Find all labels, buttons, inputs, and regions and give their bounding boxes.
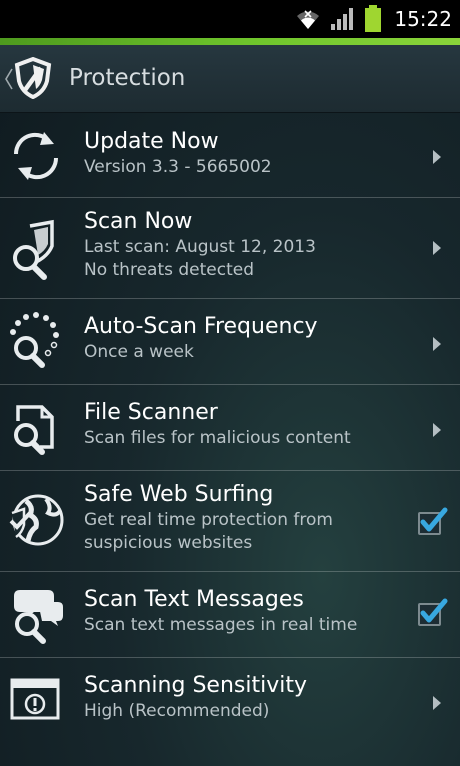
page-title: Protection	[69, 65, 186, 91]
item-subtitle-2: No threats detected	[84, 260, 255, 280]
chevron-right-icon	[433, 696, 441, 710]
item-title: File Scanner	[84, 400, 218, 425]
item-title: Update Now	[84, 129, 219, 154]
shield-icon[interactable]	[14, 57, 52, 99]
item-title: Scan Now	[84, 209, 193, 234]
list-item-file-scanner[interactable]: File Scanner Scan files for malicious co…	[0, 385, 460, 471]
chevron-left-icon[interactable]	[4, 67, 14, 91]
item-subtitle: Once a week	[84, 342, 194, 362]
item-title: Safe Web Surfing	[84, 482, 274, 507]
list-item-scan-text-messages[interactable]: Scan Text Messages Scan text messages in…	[0, 572, 460, 658]
signal-icon	[331, 8, 354, 30]
item-subtitle: Get real time protection from	[84, 510, 333, 530]
clock: 15:22	[394, 7, 452, 31]
message-search-icon	[14, 590, 63, 644]
list-item-auto-scan-frequency[interactable]: Auto-Scan Frequency Once a week	[0, 299, 460, 385]
window-alert-icon	[10, 678, 60, 720]
safe-web-surfing-checkbox[interactable]	[416, 505, 448, 537]
accent-bar	[0, 38, 460, 45]
item-title: Scanning Sensitivity	[84, 673, 307, 698]
item-subtitle: Version 3.3 - 5665002	[84, 157, 272, 177]
item-subtitle: Scan text messages in real time	[84, 615, 358, 635]
item-subtitle: Last scan: August 12, 2013	[84, 237, 316, 257]
status-icons: 15:22	[294, 4, 452, 34]
item-subtitle-2: suspicious websites	[84, 533, 253, 553]
chevron-right-icon	[433, 241, 441, 255]
scan-search-icon	[13, 219, 54, 280]
file-search-icon	[14, 405, 54, 455]
list-item-safe-web-surfing[interactable]: Safe Web Surfing Get real time protectio…	[0, 471, 460, 572]
scan-text-messages-checkbox[interactable]	[416, 596, 448, 628]
list-item-update-now[interactable]: Update Now Version 3.3 - 5665002	[0, 112, 460, 198]
battery-icon	[365, 5, 382, 32]
item-subtitle: High (Recommended)	[84, 701, 270, 721]
wifi-icon	[297, 10, 320, 29]
chevron-right-icon	[433, 423, 441, 437]
schedule-search-icon	[10, 312, 59, 368]
chevron-right-icon	[433, 337, 441, 351]
item-title: Auto-Scan Frequency	[84, 314, 318, 339]
item-subtitle: Scan files for malicious content	[84, 428, 351, 448]
action-bar: Protection	[0, 45, 460, 113]
list-item-scanning-sensitivity[interactable]: Scanning Sensitivity High (Recommended)	[0, 658, 460, 743]
status-bar: 15:22	[0, 0, 460, 38]
item-title: Scan Text Messages	[84, 587, 304, 612]
chevron-right-icon	[433, 150, 441, 164]
refresh-icon	[13, 132, 59, 180]
list-item-scan-now[interactable]: Scan Now Last scan: August 12, 2013 No t…	[0, 198, 460, 299]
globe-shield-icon	[9, 494, 64, 546]
